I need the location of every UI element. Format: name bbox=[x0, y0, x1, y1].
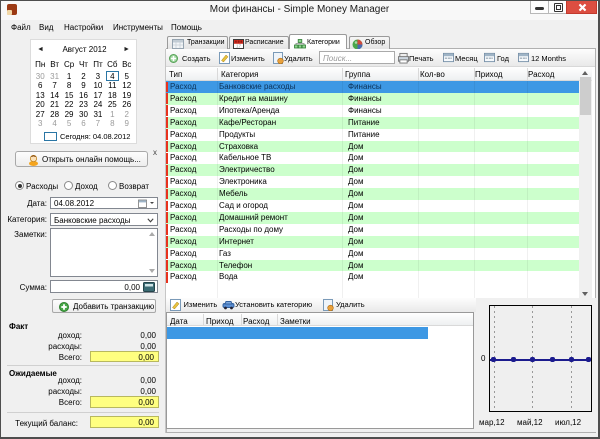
svg-text:17: 17 bbox=[236, 44, 242, 49]
